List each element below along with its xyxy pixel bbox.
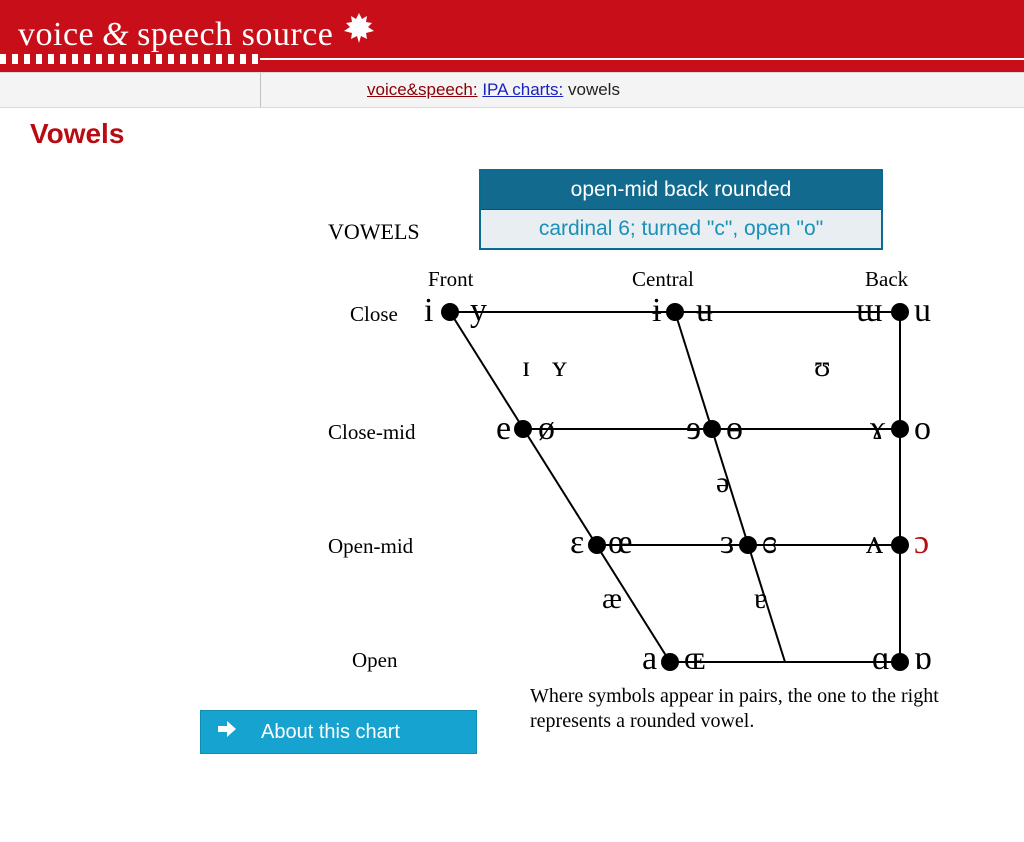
arrow-right-icon xyxy=(215,717,239,747)
vowel-turned-m[interactable]: ɯ xyxy=(856,294,882,328)
vowel-epsilon[interactable]: ɛ xyxy=(570,526,584,560)
vowel-y[interactable]: y xyxy=(470,294,487,328)
vowel-i[interactable]: i xyxy=(424,294,433,328)
vowel-chart: VOWELS open-mid back rounded cardinal 6;… xyxy=(300,164,990,704)
vowel-turned-a[interactable]: ɐ xyxy=(754,584,767,614)
trapezoid-frame xyxy=(410,292,950,692)
breadcrumb-section-link[interactable]: IPA charts: xyxy=(482,80,563,99)
banner-decor-bar xyxy=(0,52,1024,66)
chart-footnote: Where symbols appear in pairs, the one t… xyxy=(530,684,950,734)
breadcrumb: voice&speech: IPA charts: vowels xyxy=(367,80,620,100)
vowel-a[interactable]: a xyxy=(642,642,657,676)
breadcrumb-current: vowels xyxy=(568,80,620,99)
vowel-schwa[interactable]: ə xyxy=(716,468,729,498)
vowel-closed-rev-eps[interactable]: ɞ xyxy=(762,526,777,560)
site-banner: voice & speech source xyxy=(0,0,1024,72)
vowel-tooltip: open-mid back rounded cardinal 6; turned… xyxy=(480,170,882,249)
about-chart-button[interactable]: About this chart xyxy=(200,710,477,754)
col-label-central: Central xyxy=(632,267,694,292)
vowel-script-a[interactable]: ɑ xyxy=(872,642,890,676)
vowel-barred-o[interactable]: ɵ xyxy=(726,412,743,446)
vowel-small-cap-i[interactable]: ɪ xyxy=(522,352,530,382)
title-word-voice: voice xyxy=(18,16,94,54)
vowel-barred-u[interactable]: ʉ xyxy=(696,294,713,328)
breadcrumb-bar: voice&speech: IPA charts: vowels xyxy=(0,72,1024,108)
tooltip-description: open-mid back rounded xyxy=(481,171,881,210)
vowel-cap-oe[interactable]: ɶ xyxy=(684,642,705,676)
vowel-o[interactable]: o xyxy=(914,412,931,446)
vowel-oe[interactable]: œ xyxy=(608,526,633,560)
banner-dots xyxy=(0,54,260,64)
banner-line xyxy=(260,58,1024,60)
row-label-close-mid: Close-mid xyxy=(328,420,416,445)
col-label-back: Back xyxy=(865,267,908,292)
vowel-open-o[interactable]: ɔ xyxy=(914,526,929,560)
chart-heading: VOWELS xyxy=(328,219,420,245)
vowel-turned-v[interactable]: ʌ xyxy=(866,526,883,560)
title-word-speech-source: speech source xyxy=(137,16,333,54)
row-label-open: Open xyxy=(352,648,398,673)
vowel-upsilon[interactable]: ʊ xyxy=(814,352,830,382)
vowel-ae[interactable]: æ xyxy=(602,584,622,614)
breadcrumb-divider xyxy=(260,73,261,107)
vowel-rams-horn[interactable]: ɤ xyxy=(870,412,885,446)
row-label-close: Close xyxy=(350,302,398,327)
vowel-barred-i[interactable]: ɨ xyxy=(652,294,661,328)
breadcrumb-home-link[interactable]: voice&speech: xyxy=(367,80,478,99)
vowel-reversed-eps[interactable]: ɜ xyxy=(720,526,734,560)
vowel-small-cap-y[interactable]: ʏ xyxy=(552,352,567,382)
about-chart-label: About this chart xyxy=(261,721,400,744)
row-label-open-mid: Open-mid xyxy=(328,534,413,559)
col-label-front: Front xyxy=(428,267,474,292)
vowel-turned-script-a[interactable]: ɒ xyxy=(914,642,932,676)
vowel-reversed-e[interactable]: ɘ xyxy=(686,412,701,446)
title-ampersand: & xyxy=(102,16,129,54)
tooltip-names: cardinal 6; turned "c", open "o" xyxy=(481,210,881,248)
vowel-u[interactable]: u xyxy=(914,294,931,328)
vowel-e[interactable]: e xyxy=(496,412,511,446)
page-title: Vowels xyxy=(30,118,1024,150)
vowel-o-slash[interactable]: ø xyxy=(538,412,555,446)
